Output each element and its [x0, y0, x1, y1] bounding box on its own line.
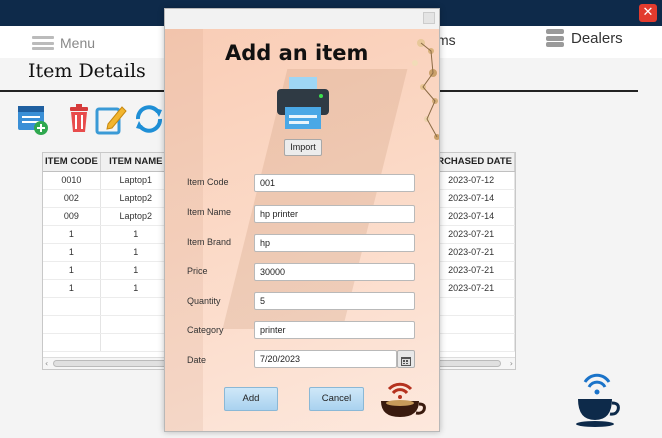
cell-item-code: 1 [43, 243, 101, 262]
cell-item-code: 009 [43, 207, 101, 226]
quantity-field[interactable]: 5 [254, 292, 415, 310]
item-code-field[interactable]: 001 [254, 174, 415, 192]
cell-item-name: 1 [100, 225, 172, 244]
nav-item-dealers[interactable]: Dealers [546, 29, 623, 47]
cell-item-name: 1 [100, 261, 172, 280]
cell-purchased-date: 2023-07-14 [427, 207, 515, 226]
dealers-label: Dealers [571, 29, 623, 47]
dialog-title: Add an item [225, 41, 369, 65]
scroll-left-icon[interactable]: ‹ [45, 358, 48, 369]
cell-purchased-date: 2023-07-21 [427, 279, 515, 298]
add-button[interactable]: Add [224, 387, 278, 411]
item-name-label: Item Name [187, 207, 232, 217]
quantity-label: Quantity [187, 296, 221, 306]
cell-purchased-date [427, 333, 515, 352]
menu-label: Menu [60, 35, 96, 51]
cell-purchased-date: 2023-07-12 [427, 171, 515, 190]
price-label: Price [187, 266, 208, 276]
date-label: Date [187, 355, 207, 365]
item-brand-field[interactable]: hp [254, 234, 415, 252]
cell-item-code [43, 333, 101, 352]
dialog-title-bar [165, 9, 439, 29]
cell-item-code: 0010 [43, 171, 101, 190]
item-name-field[interactable]: hp printer [254, 205, 415, 223]
database-icon [546, 29, 564, 47]
scroll-right-icon[interactable]: › [510, 358, 513, 369]
cell-purchased-date: 2023-07-21 [427, 225, 515, 244]
add-item-dialog: Add an item Import Item Code 001 Item Na… [164, 8, 440, 432]
printer-icon [277, 77, 329, 129]
background-shadow [165, 29, 203, 431]
column-header-item-name[interactable]: ITEM NAME [100, 153, 172, 172]
cell-item-code [43, 297, 101, 316]
import-button[interactable]: Import [284, 139, 322, 156]
item-code-label: Item Code [187, 177, 229, 187]
category-field[interactable]: printer [254, 321, 415, 339]
delete-icon[interactable] [62, 102, 96, 136]
cell-item-name: Laptop1 [100, 171, 172, 190]
calendar-icon [401, 357, 411, 366]
cell-item-name: Laptop2 [100, 207, 172, 226]
column-header-purchased-date[interactable]: URCHASED DATE [427, 153, 515, 172]
price-field[interactable]: 30000 [254, 263, 415, 281]
cell-item-code [43, 315, 101, 334]
cell-purchased-date [427, 315, 515, 334]
add-item-icon[interactable] [16, 102, 50, 136]
cell-purchased-date [427, 297, 515, 316]
cell-item-code: 1 [43, 279, 101, 298]
category-label: Category [187, 325, 224, 335]
refresh-icon[interactable] [132, 102, 166, 136]
coffee-cup-icon [381, 382, 426, 417]
cell-item-name: Laptop2 [100, 189, 172, 208]
cell-purchased-date: 2023-07-21 [427, 243, 515, 262]
cell-item-name [100, 315, 172, 334]
cell-item-code: 1 [43, 225, 101, 244]
cell-item-name [100, 333, 172, 352]
cell-item-code: 002 [43, 189, 101, 208]
menu-button[interactable]: Menu [32, 35, 95, 51]
item-brand-label: Item Brand [187, 237, 232, 247]
window-close-button[interactable]: ✕ [639, 4, 657, 22]
edit-icon[interactable] [94, 102, 128, 136]
dialog-close-button[interactable] [423, 12, 435, 24]
date-field[interactable]: 7/20/2023 [254, 350, 397, 368]
cell-item-name: 1 [100, 243, 172, 262]
cell-purchased-date: 2023-07-14 [427, 189, 515, 208]
calendar-button[interactable] [397, 350, 415, 368]
cancel-button[interactable]: Cancel [309, 387, 364, 411]
cell-purchased-date: 2023-07-21 [427, 261, 515, 280]
flower-decoration-icon [412, 39, 439, 140]
page-title: Item Details [28, 60, 146, 82]
coffee-cup-icon [576, 373, 620, 427]
cell-item-name [100, 297, 172, 316]
column-header-item-code[interactable]: ITEM CODE [43, 153, 101, 172]
cell-item-code: 1 [43, 261, 101, 280]
hamburger-icon [32, 36, 54, 50]
cell-item-name: 1 [100, 279, 172, 298]
